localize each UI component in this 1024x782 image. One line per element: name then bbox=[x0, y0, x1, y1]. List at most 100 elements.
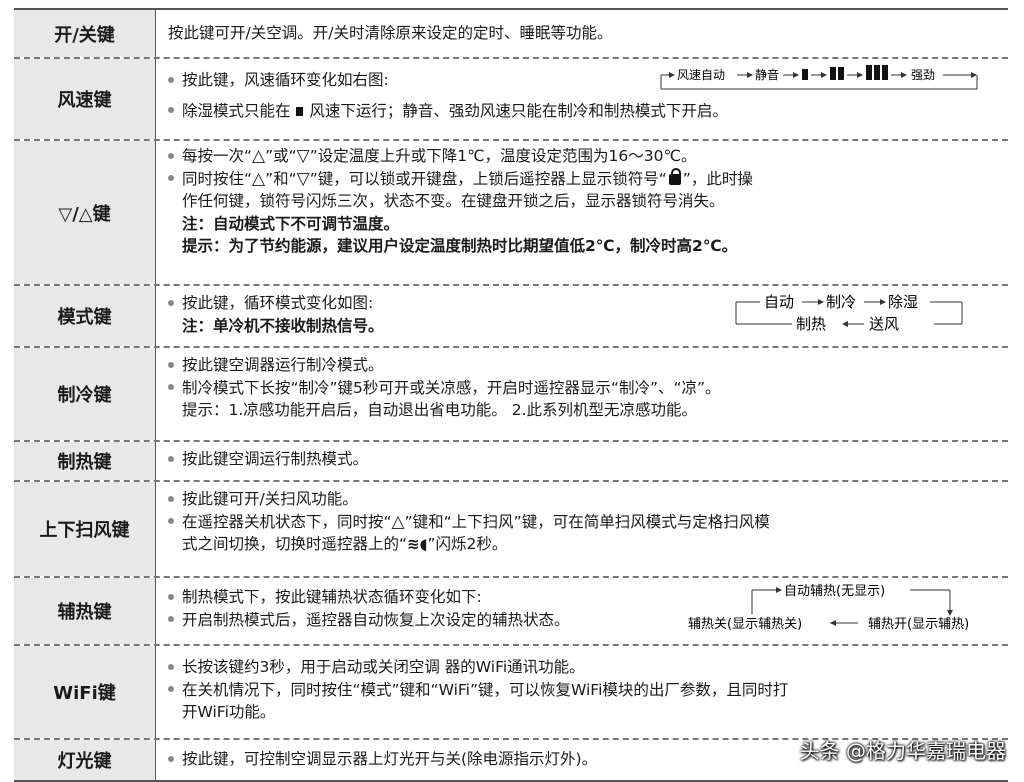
desc-line: ”键和“上下扫风”键，可在简单扫风模式与定格扫风模 bbox=[404, 512, 770, 531]
desc-line: 开启制热模式后，遥控器自动恢复上次设定的辅热状态。 bbox=[182, 610, 570, 629]
diagram-label: 自动辅热(无显示) bbox=[784, 584, 885, 599]
aux-diagram-svg: 自动辅热(无显示) 辅热关(显示辅热关) 辅热开(显示辅热) bbox=[688, 584, 969, 632]
description: 按此键空调运行制热模式。 bbox=[156, 442, 1008, 480]
diagram-label: 强劲 bbox=[911, 68, 935, 82]
bullet-icon bbox=[168, 755, 174, 762]
row-cool: 制冷键 按此键空调器运行制冷模式。 制冷模式下长按“制冷”键5秒可开或关凉感，开… bbox=[14, 346, 1008, 440]
desc-line: 制冷模式下长按“制冷”键5秒可开或关凉感，开启时遥控器显示“制冷”、“凉”。 bbox=[182, 378, 721, 397]
function-table: 开/关键 按此键可开/关空调。开/关时清除原来设定的定时、睡眠等功能。 风速键 … bbox=[14, 8, 1008, 782]
desc-line: 开WiFi功能。 bbox=[182, 703, 276, 721]
desc-line: 制热模式下，按此键辅热状态循环变化如下: bbox=[182, 588, 482, 606]
desc-line: 在关机情况下，同时按住“模式”键和“WiFi”键，可以恢复WiFi模块的出厂参数… bbox=[182, 680, 789, 699]
bullet-icon bbox=[168, 107, 174, 113]
desc-line: ”和“ bbox=[265, 169, 297, 188]
down-triangle-icon: ▽ bbox=[296, 168, 310, 189]
row-fan-speed: 风速键 按此键，风速循环变化如右图: 除湿模式只能在 风速下运行；静音、强劲风速… bbox=[14, 57, 1008, 139]
key-label: 辅热键 bbox=[14, 578, 156, 644]
lock-icon bbox=[668, 167, 681, 185]
diagram-label: 制热 bbox=[796, 315, 826, 333]
description: 按此键可开/关空调。开/关时清除原来设定的定时、睡眠等功能。 bbox=[156, 10, 1008, 57]
bullet-icon bbox=[168, 495, 174, 502]
row-swing: 上下扫风键 按此键可开/关扫风功能。 在遥控器关机状态下，同时按“△”键和“上下… bbox=[14, 480, 1008, 576]
diagram-label: 送风 bbox=[869, 315, 899, 333]
desc-line: ”键，可以锁或开键盘，上锁后遥控器上显示锁符号“ bbox=[309, 169, 667, 188]
diagram-label: 辅热关(显示辅热关) bbox=[688, 617, 802, 632]
mode-cycle-diagram: 自动 制冷 除湿 送风 制热 bbox=[734, 290, 974, 345]
up-triangle-icon: △ bbox=[391, 511, 405, 532]
bullet-icon bbox=[168, 686, 174, 692]
key-label: 开/关键 bbox=[14, 10, 156, 57]
row-temperature: ▽/△键 每按一次“△”或“▽”设定温度上升或下降1℃，温度设定范围为16～30… bbox=[14, 139, 1008, 284]
diagram-label: 静音 bbox=[755, 67, 779, 82]
row-heat: 制热键 按此键空调运行制热模式。 bbox=[14, 440, 1008, 480]
mode-diagram-svg: 自动 制冷 除湿 送风 制热 bbox=[735, 293, 963, 333]
bullet-icon bbox=[168, 593, 174, 600]
bullet-icon bbox=[168, 299, 174, 306]
key-label: WiFi键 bbox=[14, 646, 156, 738]
desc-line: ”闪烁2秒。 bbox=[427, 535, 508, 553]
diagram-label: 辅热开(显示辅热) bbox=[868, 617, 969, 632]
key-label: 上下扫风键 bbox=[14, 482, 156, 576]
fan-bar-icon bbox=[296, 106, 304, 116]
desc-line: 式之间切换，切换时遥控器上的“ bbox=[182, 535, 408, 553]
description: 按此键，循环模式变化如图: 注：单冷机不接收制热信号。 自动 制冷 除湿 送风 bbox=[156, 286, 1008, 346]
key-label: 制热键 bbox=[14, 442, 156, 480]
desc-line: 按此键可开/关空调。开/关时清除原来设定的定时、睡眠等功能。 bbox=[168, 24, 613, 42]
desc-line: 同时按住“ bbox=[182, 169, 253, 188]
up-triangle-icon: △ bbox=[252, 146, 266, 166]
aux-heat-diagram: 自动辅热(无显示) 辅热关(显示辅热关) 辅热开(显示辅热) bbox=[682, 580, 1002, 647]
fan-diagram-svg: 风速自动 静音 强劲 bbox=[660, 65, 978, 90]
bullet-icon bbox=[168, 663, 174, 670]
key-label: 模式键 bbox=[14, 286, 156, 346]
key-label: ▽/△键 bbox=[14, 141, 156, 284]
down-triangle-icon: ▽ bbox=[296, 146, 310, 166]
description: 按此键可开/关扫风功能。 在遥控器关机状态下，同时按“△”键和“上下扫风”键，可… bbox=[156, 482, 1008, 576]
bullet-icon bbox=[168, 455, 174, 462]
bullet-icon bbox=[168, 361, 174, 368]
swing-icon: ≋◖ bbox=[407, 535, 428, 553]
desc-line: 按此键，风速循环变化如右图: bbox=[182, 71, 389, 89]
diagram-label: 风速自动 bbox=[677, 68, 725, 82]
desc-line: 除湿模式只能在 bbox=[182, 101, 291, 120]
desc-line: 每按一次“ bbox=[182, 147, 253, 165]
bullet-icon bbox=[168, 175, 174, 181]
row-aux-heat: 辅热键 制热模式下，按此键辅热状态循环变化如下: 开启制热模式后，遥控器自动恢复… bbox=[14, 576, 1008, 644]
desc-line: 作任何键，锁符号闪烁三次，状态不变。在键盘开锁之后，显示器锁符号消失。 bbox=[182, 192, 725, 210]
desc-line: ”或“ bbox=[265, 147, 297, 165]
key-label: 制冷键 bbox=[14, 348, 156, 440]
diagram-label: 自动 bbox=[764, 293, 794, 311]
bullet-icon bbox=[168, 616, 174, 622]
note-line: 注：自动模式下不可调节温度。 bbox=[182, 214, 400, 233]
row-wifi: WiFi键 长按该键约3秒，用于启动或关闭空调 器的WiFi通讯功能。 在关机情… bbox=[14, 644, 1008, 738]
row-power: 开/关键 按此键可开/关空调。开/关时清除原来设定的定时、睡眠等功能。 bbox=[14, 8, 1008, 57]
description: 按此键，风速循环变化如右图: 除湿模式只能在 风速下运行；静音、强劲风速只能在制… bbox=[156, 59, 1008, 139]
description: 按此键空调器运行制冷模式。 制冷模式下长按“制冷”键5秒可开或关凉感，开启时遥控… bbox=[156, 348, 1008, 440]
bullet-icon bbox=[168, 76, 174, 83]
bullet-icon bbox=[168, 384, 174, 390]
desc-line: 按此键空调运行制热模式。 bbox=[182, 450, 369, 468]
desc-line: ”设定温度上升或下降1℃，温度设定范围为16～30℃。 bbox=[309, 147, 697, 165]
description: 长按该键约3秒，用于启动或关闭空调 器的WiFi通讯功能。 在关机情况下，同时按… bbox=[156, 646, 1008, 738]
diagram-label: 除湿 bbox=[888, 293, 918, 311]
desc-line: 按此键，循环模式变化如图: bbox=[182, 294, 374, 312]
desc-line: 长按该键约3秒，用于启动或关闭空调 器的WiFi通讯功能。 bbox=[182, 658, 585, 676]
fan-speed-diagram: 风速自动 静音 强劲 bbox=[659, 63, 989, 102]
bullet-icon bbox=[168, 518, 174, 524]
diagram-label: 制冷 bbox=[826, 293, 856, 311]
desc-line: 按此键空调器运行制冷模式。 bbox=[182, 356, 384, 374]
desc-line: 在遥控器关机状态下，同时按“ bbox=[182, 512, 392, 531]
row-mode: 模式键 按此键，循环模式变化如图: 注：单冷机不接收制热信号。 自动 制冷 除湿… bbox=[14, 284, 1008, 346]
desc-line: ”，此时操 bbox=[682, 169, 753, 188]
bullet-icon bbox=[168, 152, 174, 159]
description: 每按一次“△”或“▽”设定温度上升或下降1℃，温度设定范围为16～30℃。 同时… bbox=[156, 141, 1008, 284]
tip-line: 提示：1.凉感功能开启后，自动退出省电功能。 2.此系列机型无凉感功能。 bbox=[182, 401, 698, 419]
up-triangle-icon: △ bbox=[252, 168, 266, 189]
key-label: 风速键 bbox=[14, 59, 156, 139]
tip-line: 提示：为了节约能源，建议用户设定温度制热时比期望值低2℃，制冷时高2℃。 bbox=[182, 237, 738, 255]
desc-line: 按此键可开/关扫风功能。 bbox=[182, 490, 358, 508]
watermark: 头条 @格力华嘉瑞电器 bbox=[799, 739, 1006, 763]
description: 制热模式下，按此键辅热状态循环变化如下: 开启制热模式后，遥控器自动恢复上次设定… bbox=[156, 578, 1008, 644]
desc-line: 风速下运行；静音、强劲风速只能在制冷和制热模式下开启。 bbox=[309, 101, 728, 120]
desc-line: 按此键，可控制空调显示器上灯光开与关(除电源指示灯外)。 bbox=[182, 750, 598, 768]
key-label: 灯光键 bbox=[14, 740, 156, 780]
